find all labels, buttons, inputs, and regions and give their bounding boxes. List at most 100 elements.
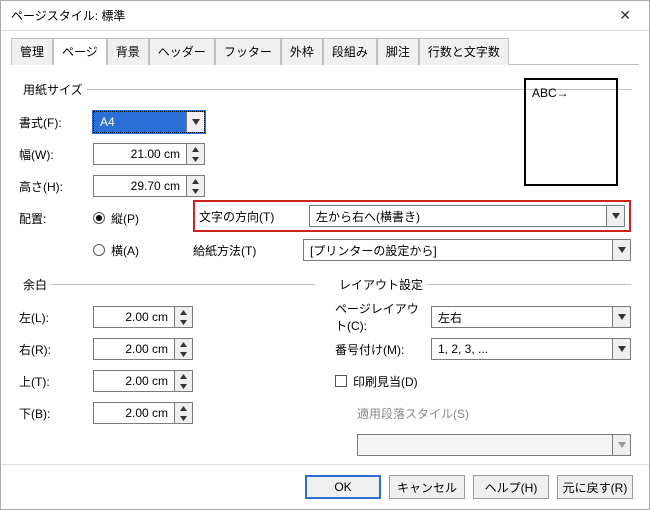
pagelayout-label: ページレイアウト(C):: [335, 300, 421, 334]
caret-up-icon[interactable]: [175, 339, 192, 349]
caret-up-icon[interactable]: [187, 176, 204, 186]
tab-脚注[interactable]: 脚注: [377, 38, 419, 65]
spin-buttons: [186, 144, 204, 164]
text-direction-highlight: 文字の方向(T) 左から右へ(横書き): [193, 200, 631, 232]
margin-right-value: 2.00 cm: [94, 342, 174, 356]
tab-strip: 管理ページ背景ヘッダーフッター外枠段組み脚注行数と文字数: [1, 31, 649, 64]
caret-down-icon[interactable]: [175, 413, 192, 423]
help-button[interactable]: ヘルプ(H): [473, 475, 549, 499]
margin-left-value: 2.00 cm: [94, 310, 174, 324]
caret-down-icon[interactable]: [175, 317, 192, 327]
radio-icon: [93, 212, 105, 224]
margin-top-value: 2.00 cm: [94, 374, 174, 388]
tab-ページ[interactable]: ページ: [53, 38, 107, 65]
chevron-down-icon: [612, 339, 630, 359]
width-spin[interactable]: 21.00 cm: [93, 143, 205, 165]
preview-text: ABC→: [532, 86, 569, 100]
numbering-value: 1, 2, 3, ...: [432, 342, 612, 356]
page-panel: ABC→ 用紙サイズ 書式(F): A4 幅(W): 21.00 cm: [1, 65, 649, 464]
tab-背景[interactable]: 背景: [107, 38, 149, 65]
orient-label: 配置:: [19, 210, 83, 227]
width-label: 幅(W):: [19, 146, 83, 163]
caret-down-icon[interactable]: [175, 381, 192, 391]
height-spin[interactable]: 29.70 cm: [93, 175, 205, 197]
chevron-down-icon: [612, 435, 630, 455]
checkbox-icon: [335, 375, 347, 387]
register-checkbox[interactable]: 印刷見当(D): [335, 373, 418, 390]
papersrc-combo[interactable]: [プリンターの設定から]: [303, 239, 631, 261]
dialog-footer: OK キャンセル ヘルプ(H) 元に戻す(R): [1, 464, 649, 509]
caret-down-icon[interactable]: [175, 349, 192, 359]
caret-down-icon[interactable]: [187, 186, 204, 196]
reset-button[interactable]: 元に戻す(R): [557, 475, 633, 499]
ok-label: OK: [334, 480, 351, 494]
pagelayout-value: 左右: [432, 309, 612, 326]
radio-icon: [93, 244, 105, 256]
tab-管理[interactable]: 管理: [11, 38, 53, 65]
spin-buttons: [174, 307, 192, 327]
numbering-combo[interactable]: 1, 2, 3, ...: [431, 338, 631, 360]
dialog-title: ページスタイル: 標準: [11, 7, 125, 24]
spin-buttons: [186, 176, 204, 196]
margin-bottom-value: 2.00 cm: [94, 406, 174, 420]
numbering-label: 番号付け(M):: [335, 341, 421, 358]
caret-up-icon[interactable]: [175, 307, 192, 317]
chevron-down-icon: [612, 240, 630, 260]
orient-landscape-text: 横(A): [111, 242, 139, 259]
textdir-value: 左から右へ(横書き): [310, 208, 606, 225]
margin-right-spin[interactable]: 2.00 cm: [93, 338, 193, 360]
refstyle-label: 適用段落スタイル(S): [357, 405, 469, 422]
margin-top-label: 上(T):: [19, 373, 83, 390]
textdir-combo[interactable]: 左から右へ(横書き): [309, 205, 625, 227]
dialog-window: ページスタイル: 標準 ✕ 管理ページ背景ヘッダーフッター外枠段組み脚注行数と文…: [0, 0, 650, 510]
caret-up-icon[interactable]: [187, 144, 204, 154]
tab-外枠[interactable]: 外枠: [281, 38, 323, 65]
tab-段組み[interactable]: 段組み: [323, 38, 377, 65]
format-value: A4: [94, 115, 186, 129]
caret-up-icon[interactable]: [175, 403, 192, 413]
group-layout-legend: レイアウト設定: [335, 276, 427, 293]
reset-label: 元に戻す(R): [563, 479, 628, 496]
margin-bottom-label: 下(B):: [19, 405, 83, 422]
titlebar: ページスタイル: 標準 ✕: [1, 1, 649, 31]
caret-down-icon[interactable]: [187, 154, 204, 164]
chevron-down-icon: [186, 112, 204, 132]
margin-bottom-spin[interactable]: 2.00 cm: [93, 402, 193, 424]
tab-行数と文字数[interactable]: 行数と文字数: [419, 38, 509, 65]
textdir-label: 文字の方向(T): [199, 208, 299, 225]
help-label: ヘルプ(H): [485, 479, 538, 496]
height-label: 高さ(H):: [19, 178, 83, 195]
format-combo[interactable]: A4: [93, 111, 205, 133]
tab-フッター[interactable]: フッター: [215, 38, 281, 65]
orient-portrait-text: 縦(P): [111, 210, 139, 227]
register-label: 印刷見当(D): [353, 373, 418, 390]
group-paper-legend: 用紙サイズ: [19, 81, 87, 98]
papersrc-label: 給紙方法(T): [193, 242, 293, 259]
caret-up-icon[interactable]: [175, 371, 192, 381]
close-icon[interactable]: ✕: [611, 3, 639, 28]
width-value: 21.00 cm: [94, 147, 186, 161]
ok-button[interactable]: OK: [305, 475, 381, 499]
papersrc-value: [プリンターの設定から]: [304, 242, 612, 259]
pagelayout-combo[interactable]: 左右: [431, 306, 631, 328]
height-value: 29.70 cm: [94, 179, 186, 193]
group-margins-legend: 余白: [19, 276, 51, 293]
margin-left-spin[interactable]: 2.00 cm: [93, 306, 193, 328]
spin-buttons: [174, 371, 192, 391]
cancel-label: キャンセル: [397, 479, 457, 496]
chevron-down-icon: [606, 206, 624, 226]
margin-top-spin[interactable]: 2.00 cm: [93, 370, 193, 392]
orient-portrait-radio[interactable]: 縦(P): [93, 210, 139, 227]
tab-ヘッダー[interactable]: ヘッダー: [149, 38, 215, 65]
refstyle-combo: [357, 434, 631, 456]
format-label: 書式(F):: [19, 114, 83, 131]
spin-buttons: [174, 403, 192, 423]
chevron-down-icon: [612, 307, 630, 327]
group-layout: レイアウト設定 ページレイアウト(C): 左右 番号付け(M): 1, 2, 3…: [335, 276, 631, 461]
spin-buttons: [174, 339, 192, 359]
margin-left-label: 左(L):: [19, 309, 83, 326]
orient-landscape-radio[interactable]: 横(A): [93, 242, 139, 259]
cancel-button[interactable]: キャンセル: [389, 475, 465, 499]
group-margins: 余白 左(L): 2.00 cm 右(R):: [19, 276, 315, 429]
page-preview: ABC→: [524, 78, 618, 186]
